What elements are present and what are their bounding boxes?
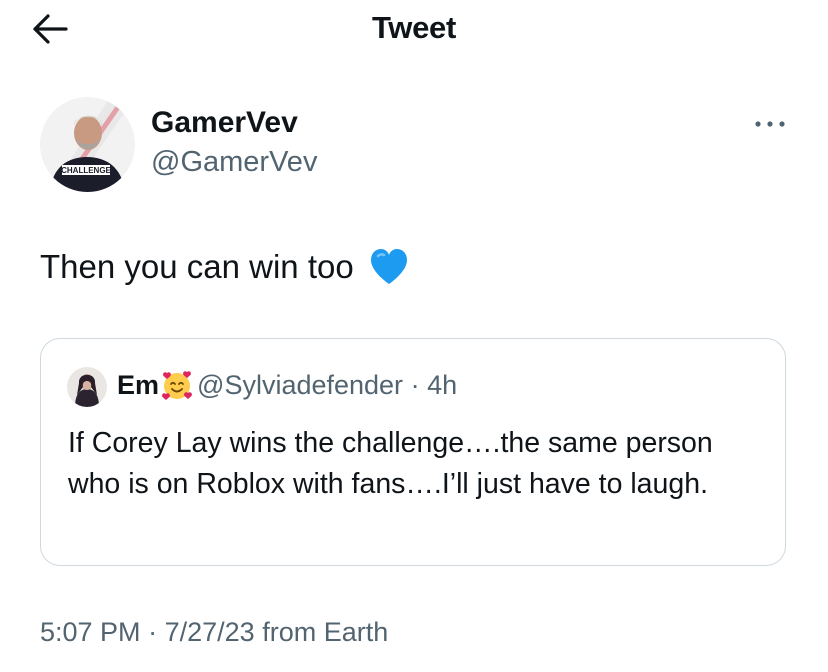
tweet-text: Then you can win too [40, 248, 354, 285]
avatar-badge-text: CHALLENGE [61, 166, 111, 175]
tweet-source-link[interactable]: from Earth [262, 617, 388, 647]
more-options-button[interactable] [752, 114, 788, 134]
tweet-date: 7/27/23 [164, 617, 255, 647]
quoted-tweet-time: 4h [427, 370, 458, 400]
quoted-tweet-card[interactable]: Em @Sylviadefender · 4h If Corey Lay win… [40, 338, 786, 566]
tweet-timestamp: 5:07 PM · 7/27/23 from Earth [40, 617, 388, 648]
quoted-tweet-text: If Corey Lay wins the challenge….the sam… [68, 427, 713, 500]
smiling-face-with-hearts-icon [161, 369, 193, 408]
author-avatar[interactable]: CHALLENGE [40, 97, 135, 192]
page-title: Tweet [371, 10, 457, 45]
more-dots-icon [755, 121, 785, 127]
avatar-image: CHALLENGE [40, 97, 135, 192]
quoted-author-handle: @Sylviadefender [197, 370, 404, 400]
author-handle[interactable]: @GamerVev [151, 146, 317, 179]
author-name[interactable]: GamerVev [151, 106, 298, 140]
blue-heart-icon [369, 248, 409, 294]
quoted-tweet-header: Em @Sylviadefender · 4h [117, 369, 457, 408]
tweet-body: Then you can win too [40, 248, 409, 294]
quoted-author-name: Em [117, 370, 160, 400]
timestamp-separator: · [148, 617, 158, 647]
top-bar: Tweet [0, 0, 828, 60]
tweet-time: 5:07 PM [40, 617, 141, 647]
quoted-meta-separator: · [410, 370, 420, 400]
quoted-author-avatar [67, 367, 107, 407]
